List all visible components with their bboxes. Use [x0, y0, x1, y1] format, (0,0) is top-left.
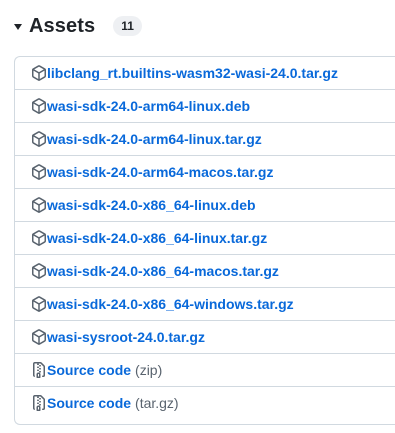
asset-link[interactable]: wasi-sdk-24.0-x86_64-macos.tar.gz — [47, 263, 279, 279]
asset-format-label: (zip) — [135, 362, 163, 378]
asset-link[interactable]: wasi-sdk-24.0-arm64-linux.tar.gz — [47, 131, 262, 147]
assets-count-badge: 11 — [113, 16, 142, 36]
asset-row: wasi-sdk-24.0-arm64-linux.deb — [15, 89, 395, 122]
asset-link[interactable]: wasi-sdk-24.0-x86_64-windows.tar.gz — [47, 296, 294, 312]
asset-row: libclang_rt.builtins-wasm32-wasi-24.0.ta… — [15, 57, 395, 89]
file-zip-icon — [31, 395, 47, 411]
package-icon — [31, 65, 47, 81]
assets-list: libclang_rt.builtins-wasm32-wasi-24.0.ta… — [14, 56, 395, 425]
package-icon — [31, 197, 47, 213]
package-icon — [31, 164, 47, 180]
asset-row: wasi-sdk-24.0-x86_64-linux.deb — [15, 188, 395, 221]
asset-link[interactable]: wasi-sysroot-24.0.tar.gz — [47, 329, 205, 345]
package-icon — [31, 329, 47, 345]
asset-row: wasi-sdk-24.0-x86_64-linux.tar.gz — [15, 221, 395, 254]
asset-link[interactable]: libclang_rt.builtins-wasm32-wasi-24.0.ta… — [47, 65, 338, 81]
asset-row: wasi-sdk-24.0-x86_64-windows.tar.gz — [15, 287, 395, 320]
package-icon — [31, 263, 47, 279]
asset-row: Source code (tar.gz) — [15, 386, 395, 419]
package-icon — [31, 131, 47, 147]
asset-row: wasi-sdk-24.0-arm64-macos.tar.gz — [15, 155, 395, 188]
asset-row: wasi-sdk-24.0-arm64-linux.tar.gz — [15, 122, 395, 155]
caret-down-icon[interactable] — [14, 24, 22, 30]
asset-link[interactable]: wasi-sdk-24.0-arm64-linux.deb — [47, 98, 250, 114]
asset-row: wasi-sysroot-24.0.tar.gz — [15, 320, 395, 353]
asset-link[interactable]: wasi-sdk-24.0-x86_64-linux.tar.gz — [47, 230, 267, 246]
assets-header: Assets 11 — [14, 13, 142, 39]
asset-link[interactable]: Source code — [47, 395, 131, 411]
assets-title: Assets — [29, 14, 96, 37]
package-icon — [31, 98, 47, 114]
asset-row: Source code (zip) — [15, 353, 395, 386]
asset-row: wasi-sdk-24.0-x86_64-macos.tar.gz — [15, 254, 395, 287]
package-icon — [31, 230, 47, 246]
asset-format-label: (tar.gz) — [135, 395, 179, 411]
asset-link[interactable]: Source code — [47, 362, 131, 378]
package-icon — [31, 296, 47, 312]
asset-link[interactable]: wasi-sdk-24.0-arm64-macos.tar.gz — [47, 164, 273, 180]
file-zip-icon — [31, 362, 47, 378]
asset-link[interactable]: wasi-sdk-24.0-x86_64-linux.deb — [47, 197, 256, 213]
